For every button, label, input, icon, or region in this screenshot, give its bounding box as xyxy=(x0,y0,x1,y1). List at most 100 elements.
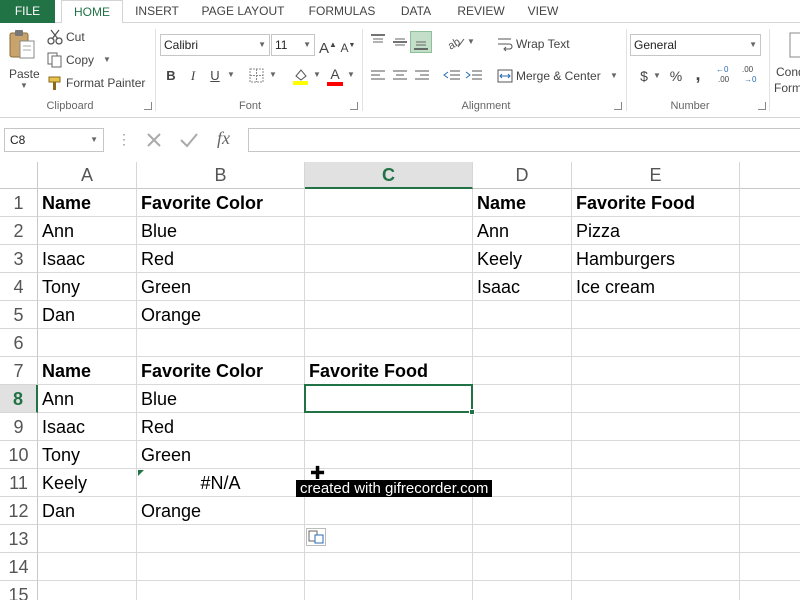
column-header-a[interactable]: A xyxy=(38,162,137,189)
align-top-icon[interactable] xyxy=(369,33,387,51)
bold-button[interactable]: B xyxy=(162,67,180,85)
cell-c3[interactable] xyxy=(305,245,473,273)
currency-button[interactable]: $ xyxy=(635,67,653,85)
align-middle-icon[interactable] xyxy=(391,33,409,51)
column-header-d[interactable]: D xyxy=(473,162,572,189)
cell-e12[interactable] xyxy=(572,497,740,525)
cancel-icon[interactable] xyxy=(145,131,163,149)
copy-button[interactable]: Copy ▼ xyxy=(47,51,117,69)
font-name-combo[interactable]: Calibri ▼ xyxy=(160,34,270,56)
cell-c2[interactable] xyxy=(305,217,473,245)
cell-f1[interactable] xyxy=(740,189,800,217)
cell-c12[interactable] xyxy=(305,497,473,525)
tab-review[interactable]: REVIEW xyxy=(452,0,510,23)
cell-b11[interactable]: #N/A xyxy=(137,469,305,497)
cell-c8[interactable] xyxy=(305,385,473,413)
row-header-1[interactable]: 1 xyxy=(0,189,38,217)
cell-d9[interactable] xyxy=(473,413,572,441)
borders-chevron-down-icon[interactable]: ▼ xyxy=(269,70,277,79)
cell-d2[interactable]: Ann xyxy=(473,217,572,245)
decrease-decimal-button[interactable]: .00 →0 xyxy=(742,65,764,87)
cell-c7[interactable]: Favorite Food xyxy=(305,357,473,385)
cell-b6[interactable] xyxy=(137,329,305,357)
row-header-15[interactable]: 15 xyxy=(0,581,38,600)
cell-a12[interactable]: Dan xyxy=(38,497,137,525)
cell-f13[interactable] xyxy=(740,525,800,553)
paste-button[interactable]: Paste ▼ xyxy=(4,27,40,93)
cell-b15[interactable] xyxy=(137,581,305,600)
increase-indent-icon[interactable] xyxy=(465,67,483,85)
cell-a8[interactable]: Ann xyxy=(38,385,137,413)
cell-f11[interactable] xyxy=(740,469,800,497)
cell-c9[interactable] xyxy=(305,413,473,441)
number-format-chevron-down-icon[interactable]: ▼ xyxy=(749,35,757,55)
borders-icon[interactable] xyxy=(249,68,265,84)
cell-f6[interactable] xyxy=(740,329,800,357)
row-header-4[interactable]: 4 xyxy=(0,273,38,301)
row-header-12[interactable]: 12 xyxy=(0,497,38,525)
cell-c1[interactable] xyxy=(305,189,473,217)
alignment-dialog-launcher-icon[interactable] xyxy=(614,102,622,110)
cell-b13[interactable] xyxy=(137,525,305,553)
cell-f15[interactable] xyxy=(740,581,800,600)
tab-insert[interactable]: INSERT xyxy=(131,0,183,23)
cell-a6[interactable] xyxy=(38,329,137,357)
increase-decimal-button[interactable]: ←0 .00 xyxy=(716,65,738,87)
row-header-13[interactable]: 13 xyxy=(0,525,38,553)
cell-d3[interactable]: Keely xyxy=(473,245,572,273)
error-indicator-icon[interactable] xyxy=(138,470,144,476)
format-painter-button[interactable]: Format Painter xyxy=(47,74,152,92)
cell-b1[interactable]: Favorite Color xyxy=(137,189,305,217)
italic-button[interactable]: I xyxy=(184,67,202,85)
cell-d6[interactable] xyxy=(473,329,572,357)
decrease-indent-icon[interactable] xyxy=(443,67,461,85)
cell-a5[interactable]: Dan xyxy=(38,301,137,329)
cell-b9[interactable]: Red xyxy=(137,413,305,441)
number-format-combo[interactable]: General ▼ xyxy=(630,34,761,56)
cell-e11[interactable] xyxy=(572,469,740,497)
row-header-9[interactable]: 9 xyxy=(0,413,38,441)
clipboard-dialog-launcher-icon[interactable] xyxy=(144,102,152,110)
cell-b8[interactable]: Blue xyxy=(137,385,305,413)
cell-e6[interactable] xyxy=(572,329,740,357)
cell-d13[interactable] xyxy=(473,525,572,553)
font-dialog-launcher-icon[interactable] xyxy=(350,102,358,110)
font-color-button[interactable]: A xyxy=(326,65,344,87)
percent-button[interactable]: % xyxy=(667,67,685,85)
cell-c14[interactable] xyxy=(305,553,473,581)
cell-c15[interactable] xyxy=(305,581,473,600)
cell-b10[interactable]: Green xyxy=(137,441,305,469)
cell-f4[interactable] xyxy=(740,273,800,301)
cell-c4[interactable] xyxy=(305,273,473,301)
number-dialog-launcher-icon[interactable] xyxy=(758,102,766,110)
shrink-font-button[interactable]: A▼ xyxy=(339,37,357,55)
tab-home[interactable]: HOME xyxy=(61,0,123,24)
cell-f5[interactable] xyxy=(740,301,800,329)
cell-d7[interactable] xyxy=(473,357,572,385)
orientation-chevron-down-icon[interactable]: ▼ xyxy=(467,37,475,46)
insert-function-button[interactable]: fx xyxy=(217,128,230,149)
cell-a14[interactable] xyxy=(38,553,137,581)
cell-e5[interactable] xyxy=(572,301,740,329)
cell-f8[interactable] xyxy=(740,385,800,413)
copy-chevron-down-icon[interactable]: ▼ xyxy=(103,55,111,64)
grow-font-button[interactable]: A▲ xyxy=(319,36,337,57)
cell-e14[interactable] xyxy=(572,553,740,581)
fill-color-chevron-down-icon[interactable]: ▼ xyxy=(313,70,321,79)
column-header-b[interactable]: B xyxy=(137,162,305,189)
select-all-corner[interactable] xyxy=(0,162,38,189)
row-header-7[interactable]: 7 xyxy=(0,357,38,385)
row-header-6[interactable]: 6 xyxy=(0,329,38,357)
underline-button[interactable]: U xyxy=(206,67,224,85)
row-header-10[interactable]: 10 xyxy=(0,441,38,469)
cell-b3[interactable]: Red xyxy=(137,245,305,273)
cell-a1[interactable]: Name xyxy=(38,189,137,217)
align-bottom-button[interactable] xyxy=(410,31,432,53)
cell-a4[interactable]: Tony xyxy=(38,273,137,301)
cell-c13[interactable] xyxy=(305,525,473,553)
wrap-text-button[interactable]: Wrap Text xyxy=(497,35,577,53)
cell-e9[interactable] xyxy=(572,413,740,441)
font-size-combo[interactable]: 11 ▼ xyxy=(271,34,315,56)
cell-b5[interactable]: Orange xyxy=(137,301,305,329)
cell-e8[interactable] xyxy=(572,385,740,413)
